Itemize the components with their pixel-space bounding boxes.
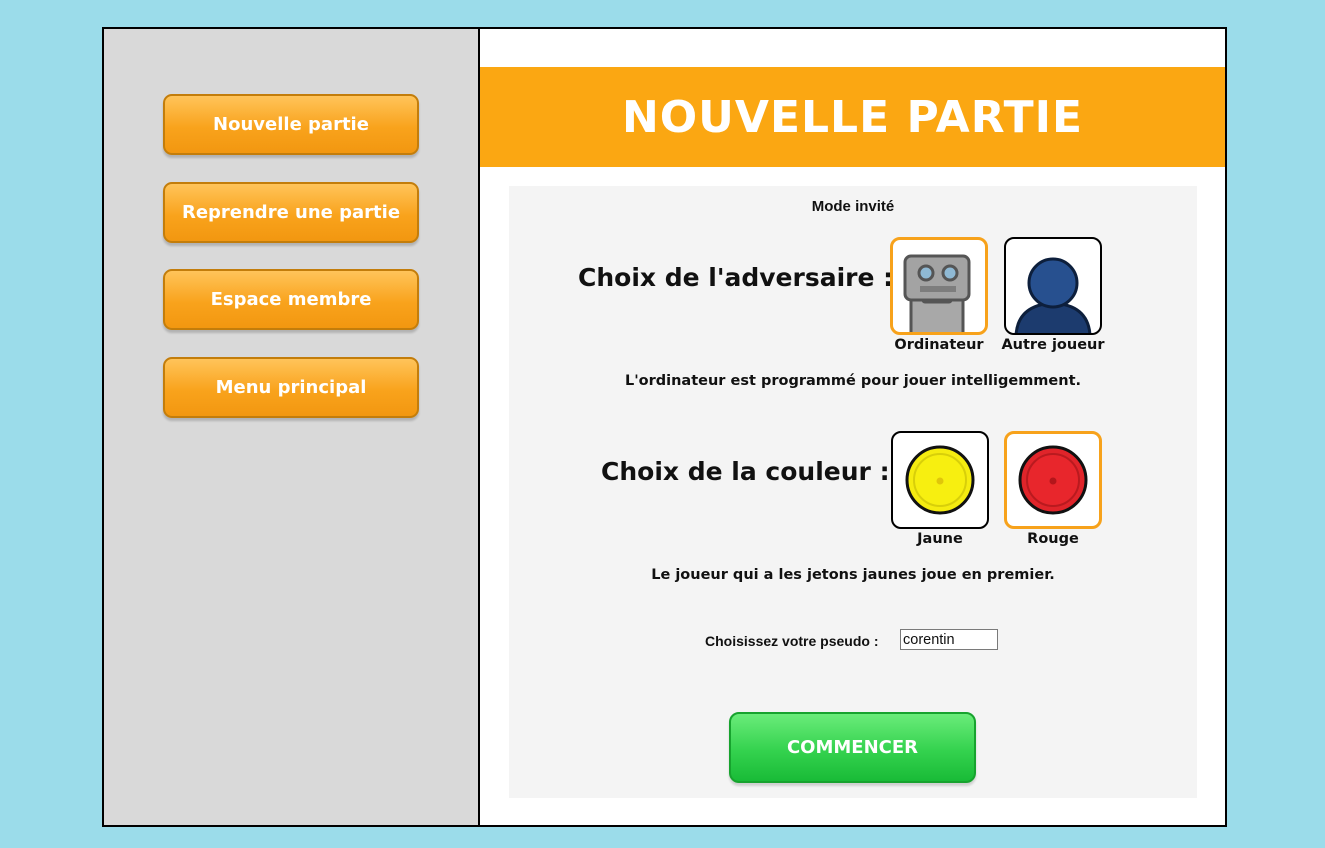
color-option-rouge-label: Rouge bbox=[1027, 531, 1079, 547]
color-hint: Le joueur qui a les jetons jaunes joue e… bbox=[651, 567, 1055, 583]
title-banner: NOUVELLE PARTIE bbox=[480, 67, 1225, 167]
opponent-choice-label: Choix de l'adversaire : bbox=[578, 263, 894, 292]
opponent-option-autre-joueur[interactable] bbox=[1004, 237, 1102, 335]
app-window: Nouvelle partie Reprendre une partie Esp… bbox=[102, 27, 1227, 827]
settings-panel: Mode invité Choix de l'adversaire : Ordi… bbox=[509, 186, 1197, 798]
pseudo-label: Choisissez votre pseudo : bbox=[705, 633, 879, 649]
opponent-option-ordinateur-label: Ordinateur bbox=[894, 337, 984, 353]
mode-label: Mode invité bbox=[811, 198, 895, 215]
red-token-icon bbox=[1018, 445, 1088, 515]
nav-button-menu-principal[interactable]: Menu principal bbox=[163, 357, 419, 418]
nav-button-nouvelle-partie[interactable]: Nouvelle partie bbox=[163, 94, 419, 155]
nav-button-reprendre-partie[interactable]: Reprendre une partie bbox=[163, 182, 419, 243]
color-option-jaune-label: Jaune bbox=[917, 531, 963, 547]
page-title: NOUVELLE PARTIE bbox=[621, 91, 1084, 143]
pseudo-input[interactable] bbox=[900, 629, 998, 650]
opponent-option-ordinateur[interactable] bbox=[890, 237, 988, 335]
start-button[interactable]: COMMENCER bbox=[729, 712, 976, 783]
main-content: NOUVELLE PARTIE Mode invité Choix de l'a… bbox=[480, 29, 1225, 825]
opponent-hint: L'ordinateur est programmé pour jouer in… bbox=[624, 373, 1082, 389]
yellow-token-icon bbox=[905, 445, 975, 515]
robot-icon bbox=[903, 254, 971, 332]
sidebar: Nouvelle partie Reprendre une partie Esp… bbox=[104, 29, 480, 825]
opponent-option-autre-joueur-label: Autre joueur bbox=[1001, 337, 1105, 353]
person-icon bbox=[1014, 257, 1092, 333]
color-choice-label: Choix de la couleur : bbox=[601, 457, 890, 486]
nav-button-espace-membre[interactable]: Espace membre bbox=[163, 269, 419, 330]
color-option-jaune[interactable] bbox=[891, 431, 989, 529]
color-option-rouge[interactable] bbox=[1004, 431, 1102, 529]
